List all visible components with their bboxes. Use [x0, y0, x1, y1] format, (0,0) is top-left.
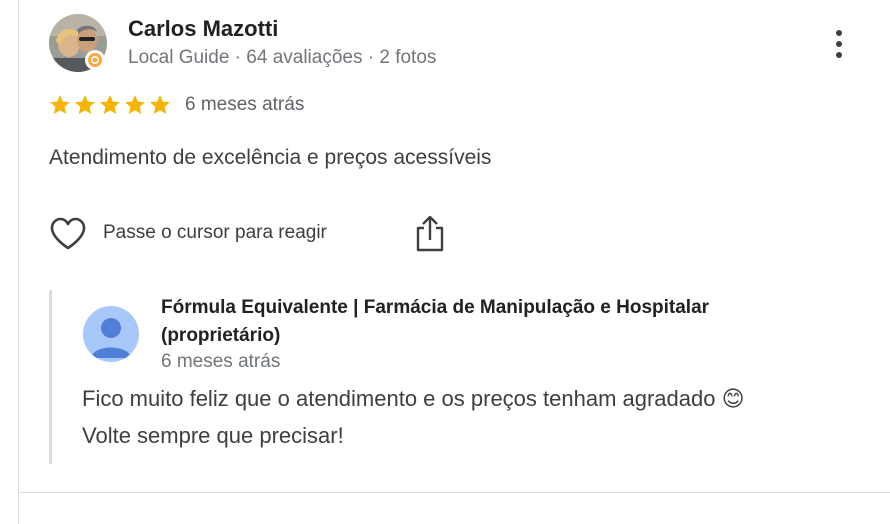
star-icon [100, 95, 120, 114]
card-divider [19, 492, 890, 493]
owner-reply-line-2: Volte sempre que precisar! [82, 423, 344, 448]
local-guide-badge-icon [85, 50, 105, 70]
owner-reply-text: Fico muito feliz que o atendimento e os … [82, 380, 862, 454]
reviewer-name[interactable]: Carlos Mazotti [128, 16, 278, 42]
owner-name[interactable]: Fórmula Equivalente | Farmácia de Manipu… [161, 294, 811, 350]
star-icon [150, 95, 170, 114]
like-button[interactable] [49, 216, 87, 252]
owner-avatar [83, 306, 139, 362]
share-button[interactable] [413, 214, 447, 254]
reviewer-meta: Local Guide · 64 avaliações · 2 fotos [128, 47, 437, 68]
react-hint-label: Passe o cursor para reagir [103, 222, 327, 243]
more-vert-icon [836, 30, 842, 36]
star-rating [48, 93, 172, 117]
owner-reply-line-1: Fico muito feliz que o atendimento e os … [82, 386, 745, 411]
heart-outline-icon [50, 217, 86, 250]
share-icon [416, 215, 444, 252]
review-card: Carlos Mazotti Local Guide · 64 avaliaçõ… [18, 0, 890, 524]
owner-reply-time: 6 meses atrás [161, 351, 281, 372]
review-time: 6 meses atrás [185, 94, 305, 115]
review-text: Atendimento de excelência e preços acess… [49, 146, 492, 169]
more-options-button[interactable] [825, 26, 853, 62]
star-icon [50, 95, 70, 114]
star-icon [75, 95, 95, 114]
star-icon [125, 95, 145, 114]
default-person-avatar-icon [91, 318, 131, 358]
owner-reply: Fórmula Equivalente | Farmácia de Manipu… [49, 290, 852, 464]
